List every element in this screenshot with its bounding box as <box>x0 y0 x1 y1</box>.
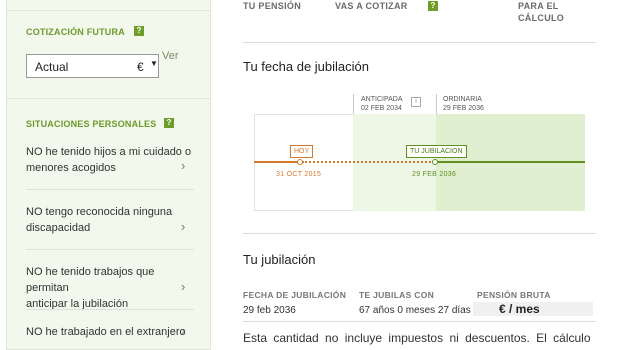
te-jubilas-con-head: TE JUBILAS CON <box>359 290 435 300</box>
te-jubilas-con-value: 67 años 0 meses 27 días <box>359 305 471 316</box>
situacion-item-discapacidad[interactable]: NO tengo reconocida ninguna discapacidad <box>26 204 196 236</box>
section-divider <box>243 42 596 43</box>
situaciones-help-icon[interactable]: ? <box>164 118 174 128</box>
item-divider <box>26 249 194 250</box>
hoy-tag: HOY <box>290 145 314 158</box>
sidebar-top-divider <box>6 10 210 11</box>
situacion-item-line: NO tengo reconocida ninguna <box>26 206 173 218</box>
ordinaria-label-text: ORDINARIA <box>443 96 482 103</box>
hoy-dot <box>297 159 303 165</box>
hoy-date: 31 OCT 2015 <box>276 171 322 178</box>
jubilacion-tag: TU JUBILACION <box>406 145 467 158</box>
situacion-item-trabajos[interactable]: NO he tenido trabajos que permitan antic… <box>26 264 196 312</box>
pension-bruta-value: € / mes <box>499 302 540 316</box>
anticipada-date-text: 02 FEB 2034 <box>361 105 402 112</box>
situacion-item-extranjero[interactable]: NO he trabajado en el extranjero <box>26 324 196 340</box>
header-tu-pension: TU PENSIÓN <box>243 1 302 11</box>
ordinaria-date-text: 29 FEB 2036 <box>443 105 484 112</box>
cotizacion-help-icon[interactable]: ? <box>134 26 144 36</box>
fecha-jubilacion-head: FECHA DE JUBILACIÓN <box>243 290 347 300</box>
timeline-future-line <box>302 161 435 163</box>
ordinaria-marker <box>436 94 437 114</box>
section-divider <box>243 321 596 322</box>
chevron-right-icon[interactable]: › <box>181 158 185 173</box>
situacion-item-line: NO he trabajado en el extranjero <box>26 326 186 338</box>
chevron-right-icon[interactable]: › <box>181 279 185 294</box>
anticipada-marker <box>353 94 354 114</box>
section-divider <box>243 233 596 234</box>
ordinaria-label: ORDINARIA 29 FEB 2036 <box>443 95 484 113</box>
ver-link[interactable]: Ver <box>162 50 179 62</box>
jubilacion-date: 29 FEB 2036 <box>412 171 457 178</box>
item-divider <box>26 189 194 190</box>
chevron-right-icon[interactable]: › <box>181 219 185 234</box>
situacion-item-line: discapacidad <box>26 222 91 234</box>
pension-bruta-head: PENSIÓN BRUTA <box>477 290 551 300</box>
cotizacion-select[interactable]: Actual € ▼ <box>26 54 159 78</box>
chevron-right-icon[interactable]: › <box>181 323 185 338</box>
sidebar-section-divider <box>6 98 210 99</box>
fecha-jubilacion-value: 29 feb 2036 <box>243 305 296 316</box>
item-divider <box>26 309 194 310</box>
situacion-item-line: NO he tenido hijos a mi cuidado o <box>26 146 192 158</box>
header-calculo-line: CÁLCULO <box>518 13 565 23</box>
situacion-item-hijos[interactable]: NO he tenido hijos a mi cuidado o menore… <box>26 144 196 176</box>
info-icon[interactable]: i <box>411 97 421 107</box>
anticipada-label: ANTICIPADA 02 FEB 2034 <box>361 95 403 113</box>
cotizacion-futura-title: COTIZACIÓN FUTURA <box>26 27 125 37</box>
anticipada-label-text: ANTICIPADA <box>361 96 403 103</box>
chevron-down-icon: ▼ <box>150 59 158 68</box>
cotizacion-select-currency: € <box>137 60 144 74</box>
situacion-item-line: menores acogidos <box>26 162 116 174</box>
timeline-past-line <box>254 161 300 163</box>
header-calculo: PARA EL CÁLCULO <box>518 0 564 24</box>
cotizacion-select-value: Actual <box>35 60 69 74</box>
disclaimer-text: Esta cantidad no incluye impuestos ni de… <box>243 331 596 345</box>
situacion-item-line: NO he tenido trabajos que permitan <box>26 266 155 294</box>
jubilacion-dot <box>432 159 438 165</box>
timeline-retired-line <box>436 161 585 163</box>
fecha-jubilacion-title: Tu fecha de jubilación <box>243 59 369 74</box>
tu-jubilacion-title: Tu jubilación <box>243 252 316 267</box>
header-calculo-line: PARA EL <box>518 1 559 11</box>
situaciones-personales-title: SITUACIONES PERSONALES <box>26 119 157 129</box>
cotizar-help-icon[interactable]: ? <box>428 1 438 11</box>
header-vas-a-cotizar: VAS A COTIZAR <box>335 1 408 11</box>
